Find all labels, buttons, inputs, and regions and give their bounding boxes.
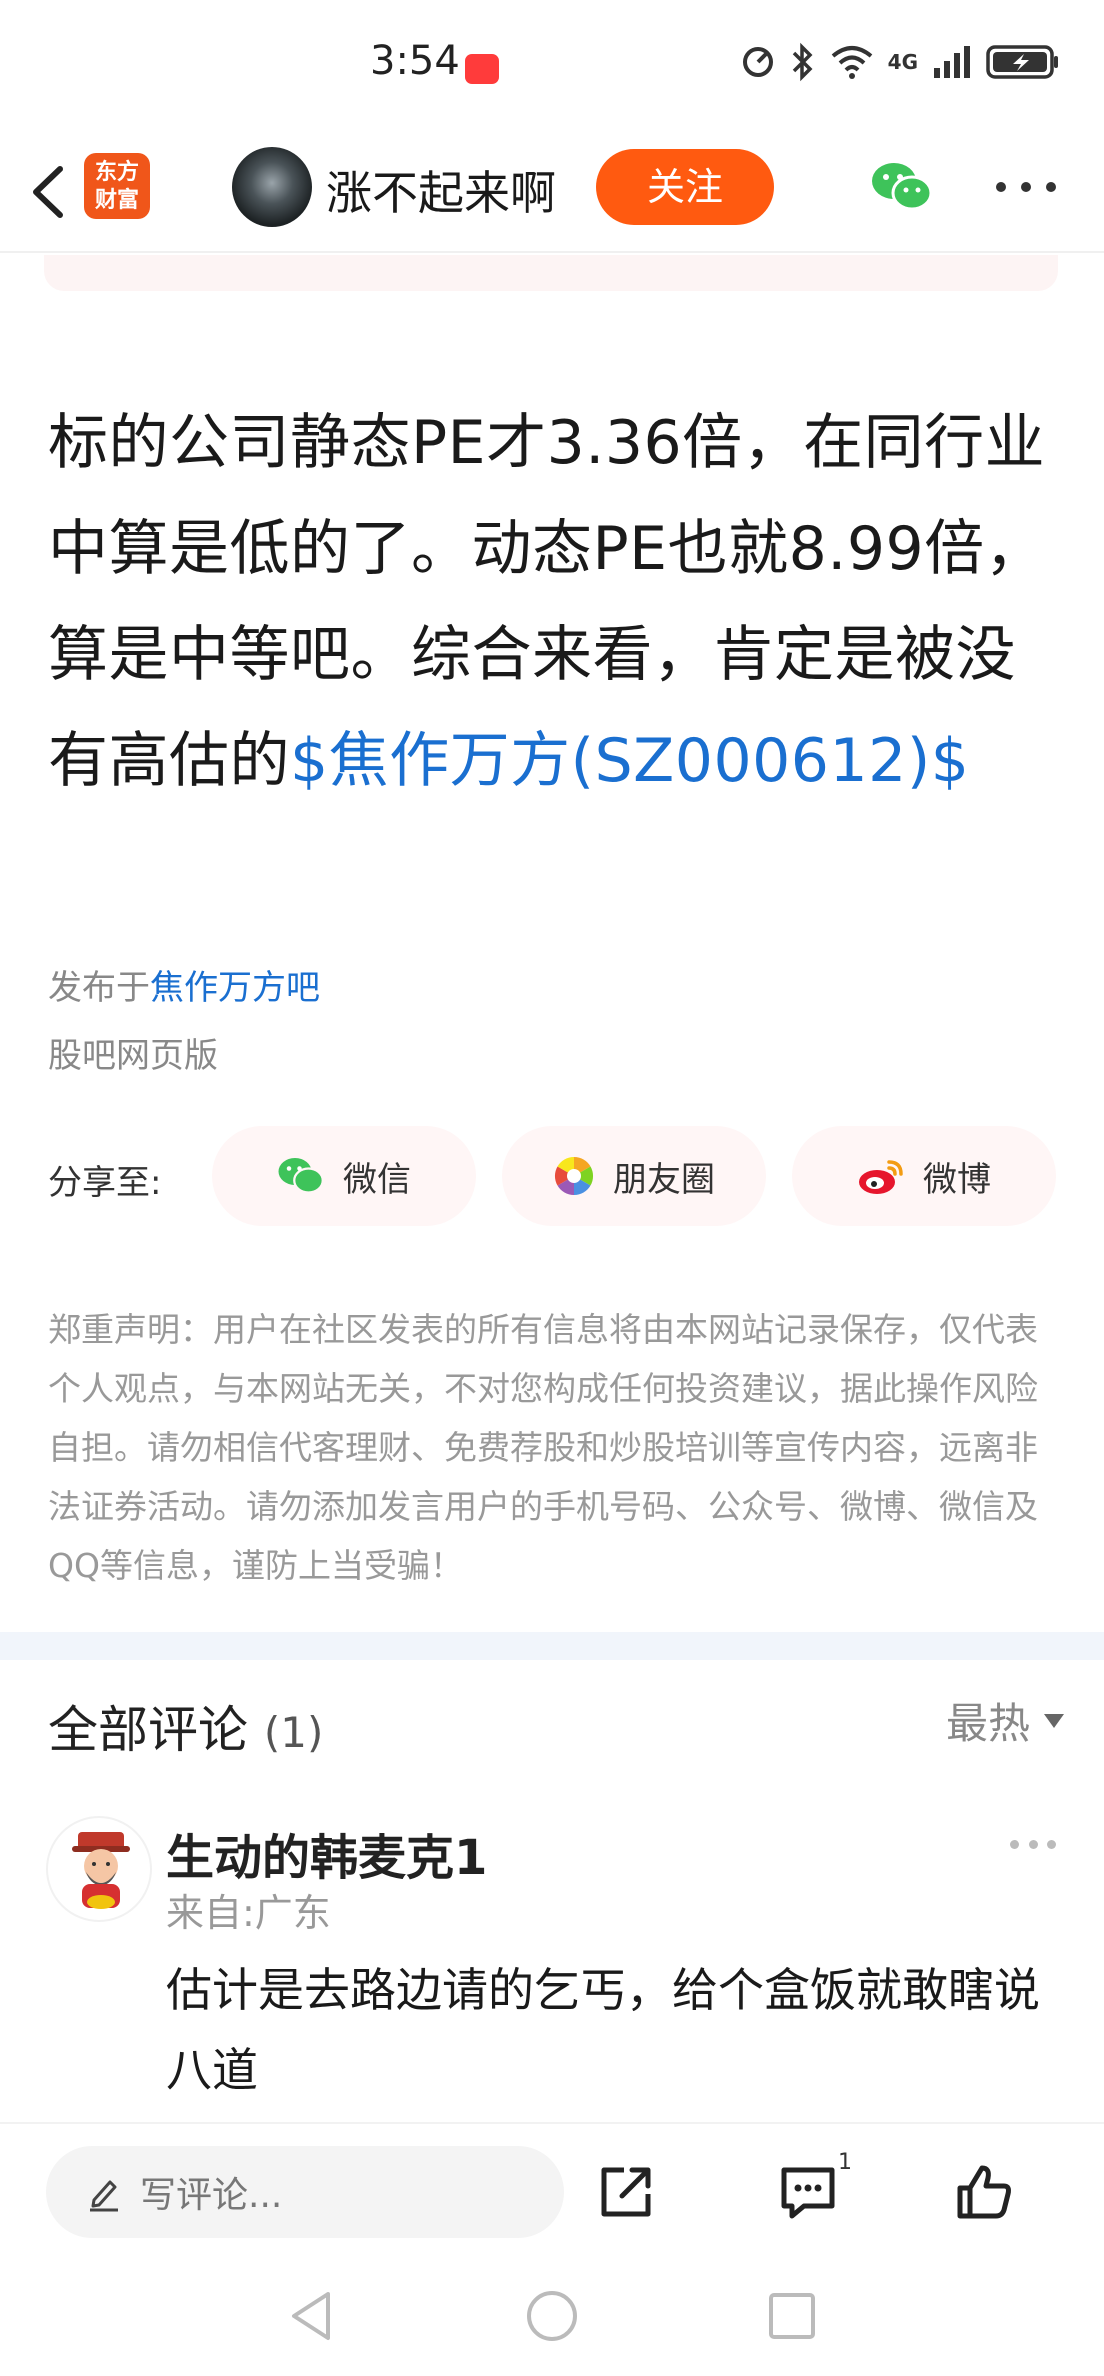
- notification-badge-icon: [465, 54, 499, 84]
- share-label: 分享至:: [48, 1163, 162, 1203]
- write-comment-placeholder: 写评论...: [140, 2175, 283, 2216]
- share-icon[interactable]: [594, 2160, 658, 2224]
- follow-button[interactable]: 关注: [596, 149, 774, 225]
- pencil-icon: [90, 2180, 118, 2212]
- comments-count: (1): [263, 1708, 324, 1757]
- status-bar: 3:54 4G: [0, 0, 1104, 135]
- comment-text: 估计是去路边请的乞丐，给个盒饭就敢瞎说八道: [166, 1963, 1040, 2097]
- share-wechat-label: 微信: [343, 1159, 411, 1200]
- status-time: 3:54: [370, 38, 460, 84]
- network-type: 4G: [887, 50, 918, 74]
- wechat-share-icon[interactable]: [870, 159, 934, 215]
- author-name[interactable]: 涨不起来啊: [326, 157, 556, 223]
- thumbs-up-icon[interactable]: [952, 2160, 1016, 2224]
- caret-down-icon: [1044, 1713, 1064, 1728]
- post-source: 股吧网页版: [48, 1036, 218, 1076]
- published-prefix: 发布于: [48, 968, 150, 1008]
- stock-bar-link[interactable]: 焦作万方吧: [150, 968, 320, 1008]
- bluetooth-icon: [792, 42, 813, 82]
- logo-line-1: 东方: [94, 160, 139, 185]
- hd-icon: [742, 47, 773, 77]
- wechat-icon: [278, 1158, 324, 1194]
- share-moments-button[interactable]: 朋友圈: [502, 1126, 766, 1226]
- wifi-icon: [831, 46, 872, 79]
- comments-title: 全部评论 (1): [48, 1690, 323, 1762]
- moments-icon: [554, 1157, 594, 1195]
- sort-label: 最热: [945, 1699, 1030, 1748]
- published-in: 发布于焦作万方吧: [48, 960, 320, 1009]
- back-icon[interactable]: [18, 157, 78, 227]
- logo-line-2: 财富: [94, 188, 139, 213]
- comment-count-badge: 1: [838, 2150, 852, 2175]
- commenter-location: 来自:广东: [166, 1891, 331, 1935]
- system-nav-bar: [0, 2266, 1104, 2376]
- battery-charging-icon: [986, 45, 1058, 79]
- section-divider: [0, 1632, 1104, 1660]
- bottom-action-bar: 写评论... 1: [0, 2122, 1104, 2266]
- signal-icon: [934, 46, 970, 78]
- write-comment-input[interactable]: 写评论...: [46, 2146, 564, 2238]
- nav-home-icon[interactable]: [524, 2288, 580, 2344]
- comment-more-icon[interactable]: [1010, 1840, 1056, 1852]
- nav-recents-icon[interactable]: [764, 2288, 820, 2344]
- stock-link[interactable]: $焦作万方(SZ000612)$: [290, 726, 969, 796]
- share-wechat-button[interactable]: 微信: [212, 1126, 476, 1226]
- nav-back-icon[interactable]: [284, 2288, 340, 2344]
- share-weibo-button[interactable]: 微博: [792, 1126, 1056, 1226]
- article-body: 标的公司静态PE才3.36倍，在同行业中算是低的了。动态PE也就8.99倍，算是…: [48, 390, 1058, 814]
- comments-title-label: 全部评论: [48, 1701, 248, 1759]
- status-icons: 4G: [740, 42, 1060, 82]
- author-avatar[interactable]: [232, 147, 312, 227]
- god-of-wealth-avatar-icon: [72, 1832, 130, 1909]
- share-moments-label: 朋友圈: [613, 1159, 715, 1200]
- header-strip: [44, 255, 1058, 291]
- comments-icon[interactable]: [776, 2160, 840, 2224]
- eastmoney-logo[interactable]: 东方 财富: [84, 153, 150, 219]
- weibo-icon: [859, 1160, 903, 1194]
- more-options-icon[interactable]: [996, 177, 1056, 197]
- share-weibo-label: 微博: [923, 1159, 991, 1200]
- comments-sort-dropdown[interactable]: 最热: [946, 1690, 1064, 1751]
- disclaimer: 郑重声明：用户在社区发表的所有信息将由本网站记录保存，仅代表个人观点，与本网站无…: [48, 1310, 1038, 1585]
- commenter-name[interactable]: 生动的韩麦克1: [166, 1818, 487, 1888]
- commenter-avatar[interactable]: [46, 1816, 152, 1922]
- post-header: 东方 财富 涨不起来啊 关注: [0, 135, 1104, 253]
